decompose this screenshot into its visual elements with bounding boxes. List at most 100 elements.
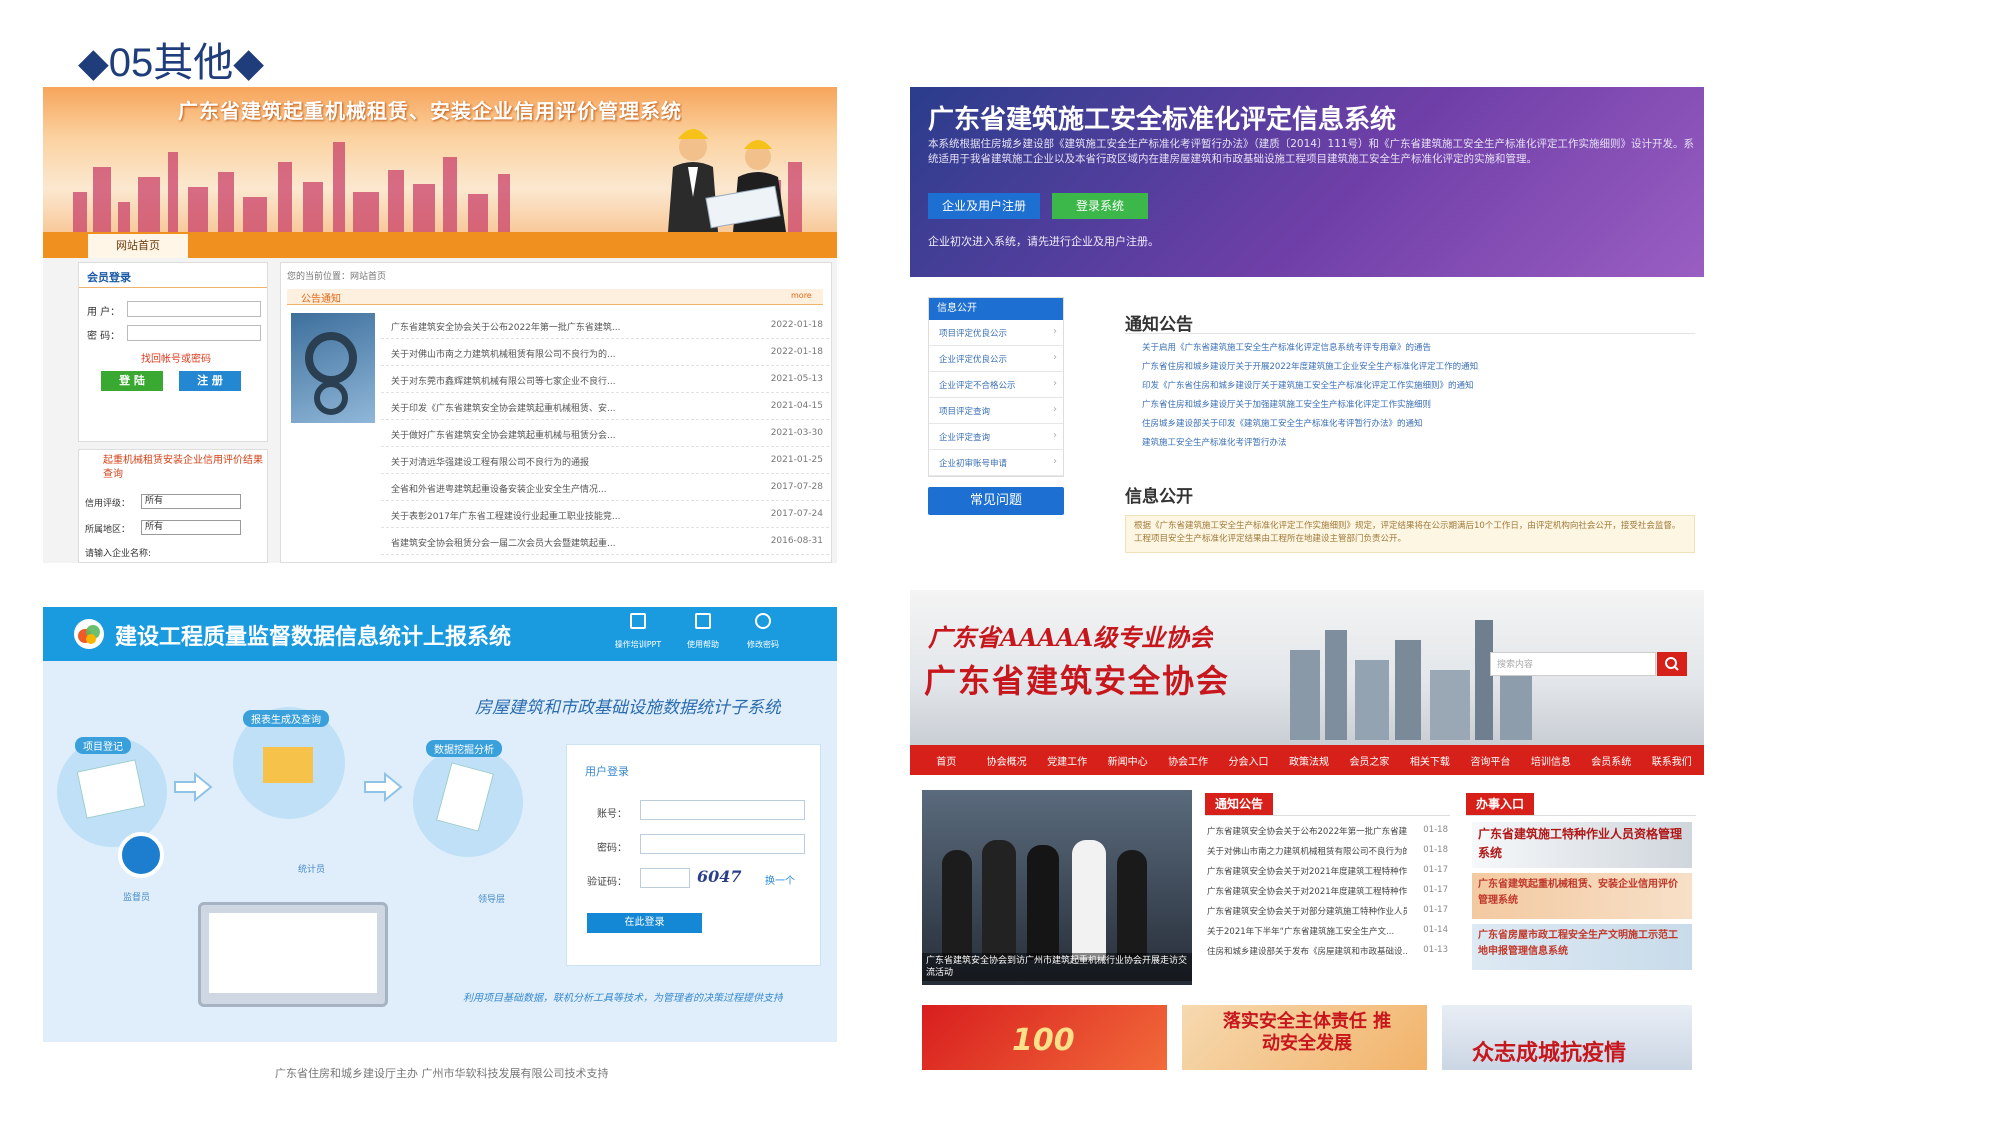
slide: ◆05其他◆ 广东省建筑起重机械租赁、安装企业信用评价管理系统 网站首页 会员登… bbox=[0, 0, 2000, 1125]
step-analysis-label: 数据挖掘分析 bbox=[426, 740, 502, 757]
news-row[interactable]: 省建筑安全协会租赁分会一届二次会员大会暨建筑起重... 2016-08-31 bbox=[381, 529, 829, 555]
nav-item[interactable]: 协会工作 bbox=[1158, 753, 1218, 768]
side-item[interactable]: 项目评定优良公示 › bbox=[929, 320, 1063, 346]
ppt-button[interactable]: 操作培训PPT bbox=[608, 611, 668, 657]
notice-row[interactable]: 关于2021年下半年“广东省建筑施工安全生产文... 01-14 bbox=[1205, 920, 1450, 940]
slide-title: ◆05其他◆ bbox=[78, 41, 265, 85]
side-item[interactable]: 企业评定不合格公示 › bbox=[929, 372, 1063, 398]
news-row[interactable]: 关于对清远华强建设工程有限公司不良行为的通报 2021-01-25 bbox=[381, 448, 829, 474]
p2-register-button[interactable]: 企业及用户注册 bbox=[928, 193, 1040, 219]
notice-date: 01-17 bbox=[1423, 905, 1448, 915]
nav-item[interactable]: 协会概况 bbox=[976, 753, 1036, 768]
p3-captcha-input[interactable] bbox=[640, 868, 690, 888]
p4-banner-epidemic[interactable]: 众志成城抗疫情 bbox=[1442, 1005, 1692, 1070]
p4-entry-2[interactable]: 广东省建筑起重机械租赁、安装企业信用评价管理系统 bbox=[1472, 873, 1692, 919]
p1-user-label: 用 户： bbox=[87, 307, 121, 318]
p1-pwd-input[interactable] bbox=[127, 325, 261, 341]
news-date: 2017-07-28 bbox=[770, 482, 823, 492]
news-title: 关于表彰2017年广东省工程建设行业起重工职业技能竞... bbox=[391, 512, 621, 522]
news-row[interactable]: 关于对东莞市鑫辉建筑机械有限公司等七家企业不良行... 2021-05-13 bbox=[381, 367, 829, 393]
p1-login-button[interactable]: 登 陆 bbox=[101, 371, 163, 391]
notice-title: 关于对佛山市南之力建筑机械租赁有限公司不良行为的... bbox=[1207, 847, 1407, 857]
side-item[interactable]: 企业初审账号申请 › bbox=[929, 450, 1063, 476]
notice-link[interactable]: 印发《广东省住房和城乡建设厅关于建筑施工安全生产标准化评定工作实施细则》的通知 bbox=[1142, 379, 1692, 391]
notice-link[interactable]: 广东省住房和城乡建设厅关于开展2022年度建筑施工企业安全生产标准化评定工作的通… bbox=[1142, 360, 1692, 372]
nav-item[interactable]: 首页 bbox=[916, 753, 976, 768]
p1-region-select[interactable]: 所有 bbox=[141, 520, 241, 535]
side-item[interactable]: 企业评定查询 › bbox=[929, 424, 1063, 450]
notice-row[interactable]: 广东省建筑安全协会关于对部分建筑施工特种作业人员... 01-17 bbox=[1205, 900, 1450, 920]
nav-item[interactable]: 联系我们 bbox=[1642, 753, 1702, 768]
nav-item[interactable]: 会员系统 bbox=[1581, 753, 1641, 768]
news-row[interactable]: 关于对佛山市南之力建筑机械租赁有限公司不良行为的... 2022-01-18 bbox=[381, 340, 829, 366]
side-item[interactable]: 项目评定查询 › bbox=[929, 398, 1063, 424]
notice-row[interactable]: 广东省建筑安全协会关于对2021年度建筑工程特种作... 01-17 bbox=[1205, 860, 1450, 880]
nav-item[interactable]: 政策法规 bbox=[1279, 753, 1339, 768]
news-date: 2021-04-15 bbox=[770, 401, 823, 411]
news-row[interactable]: 广东省建筑安全协会关于公布2022年第一批广东省建筑... 2022-01-18 bbox=[381, 313, 829, 339]
nav-item[interactable]: 党建工作 bbox=[1037, 753, 1097, 768]
news-row[interactable]: 关于表彰2017年广东省工程建设行业起重工职业技能竞... 2017-07-24 bbox=[381, 502, 829, 528]
p2-banner: 广东省建筑施工安全标准化评定信息系统 本系统根据住房城乡建设部《建筑施工安全生产… bbox=[910, 87, 1704, 277]
p3-header: 建设工程质量监督数据信息统计上报系统 操作培训PPT 使用帮助 修改密码 bbox=[43, 607, 837, 661]
news-row[interactable]: 关于做好广东省建筑安全协会建筑起重机械与租赁分会... 2021-03-30 bbox=[381, 421, 829, 447]
notice-date: 01-14 bbox=[1423, 925, 1448, 935]
p1-forgot-link[interactable]: 找回帐号或密码 bbox=[141, 350, 211, 365]
side-item-label: 企业初审账号申请 bbox=[939, 459, 1008, 469]
p4-banner-safety[interactable]: 落实安全主体责任 推动安全发展 bbox=[1182, 1005, 1427, 1070]
p4-search-input[interactable]: 搜索内容 bbox=[1490, 652, 1656, 676]
notice-link[interactable]: 关于启用《广东省建筑施工安全生产标准化评定信息系统考评专用章》的通告 bbox=[1142, 341, 1692, 353]
news-row[interactable]: 关于印发《广东省建筑安全协会建筑起重机械租赁、安... 2021-04-15 bbox=[381, 394, 829, 420]
edit-icon bbox=[630, 613, 646, 629]
p1-rating-select[interactable]: 所有 bbox=[141, 494, 241, 509]
notice-row[interactable]: 关于对佛山市南之力建筑机械租赁有限公司不良行为的... 01-18 bbox=[1205, 840, 1450, 860]
p4-nav: 首页 协会概况 党建工作 新闻中心 协会工作 分会入口 政策法规 会员之家 相关下载 咨询平台 培训… bbox=[910, 745, 1704, 775]
p4-entry-1[interactable]: 广东省建筑施工特种作业人员资格管理系统 bbox=[1472, 822, 1692, 868]
p4-news-photo[interactable]: 广东省建筑安全协会到访广州市建筑起重机械行业协会开展走访交流活动 bbox=[922, 790, 1192, 985]
p1-user-input[interactable] bbox=[127, 301, 261, 317]
search-button[interactable] bbox=[1657, 652, 1687, 676]
p1-notice-tab[interactable]: 公告通知 bbox=[301, 290, 341, 305]
notice-link[interactable]: 建筑施工安全生产标准化考评暂行办法 bbox=[1142, 436, 1692, 448]
side-item-label: 项目评定优良公示 bbox=[939, 329, 1008, 339]
p3-pwd-input[interactable] bbox=[640, 834, 805, 854]
nav-item[interactable]: 新闻中心 bbox=[1097, 753, 1157, 768]
p4-entry-3[interactable]: 广东省房屋市政工程安全生产文明施工示范工地申报管理信息系统 bbox=[1472, 924, 1692, 970]
notice-row[interactable]: 广东省建筑安全协会关于公布2022年第一批广东省建... 01-18 bbox=[1205, 820, 1450, 840]
news-title: 省建筑安全协会租赁分会一届二次会员大会暨建筑起重... bbox=[391, 539, 616, 549]
p4-search-placeholder: 搜索内容 bbox=[1497, 660, 1534, 670]
p3-account-input[interactable] bbox=[640, 800, 805, 820]
nav-item[interactable]: 分会入口 bbox=[1218, 753, 1278, 768]
p4-banner-centenary[interactable]: 100 bbox=[922, 1005, 1167, 1070]
step-analysis-circle bbox=[413, 747, 523, 857]
p3-login-box: 用户登录 账号： 密码： 验证码： 6047 换一个 在此登录 bbox=[566, 744, 821, 966]
help-button[interactable]: 使用帮助 bbox=[678, 611, 728, 657]
nav-item[interactable]: 相关下载 bbox=[1400, 753, 1460, 768]
news-title: 关于对佛山市南之力建筑机械租赁有限公司不良行为的... bbox=[391, 350, 616, 360]
p3-refresh-link[interactable]: 换一个 bbox=[765, 872, 795, 887]
notice-link[interactable]: 住房城乡建设部关于印发《建筑施工安全生产标准化考评暂行办法》的通知 bbox=[1142, 417, 1692, 429]
notice-link[interactable]: 广东省住房和城乡建设厅关于加强建筑施工安全生产标准化评定工作实施细则 bbox=[1142, 398, 1692, 410]
news-title: 关于对清远华强建设工程有限公司不良行为的通报 bbox=[391, 458, 590, 468]
p3-login-button[interactable]: 在此登录 bbox=[587, 913, 702, 933]
step-report-label: 报表生成及查询 bbox=[243, 710, 329, 727]
news-title: 关于印发《广东省建筑安全协会建筑起重机械租赁、安... bbox=[391, 404, 616, 414]
password-button[interactable]: 修改密码 bbox=[738, 611, 788, 657]
news-title: 广东省建筑安全协会关于公布2022年第一批广东省建筑... bbox=[391, 323, 621, 333]
side-item[interactable]: 企业评定优良公示 › bbox=[929, 346, 1063, 372]
nav-item[interactable]: 咨询平台 bbox=[1460, 753, 1520, 768]
chevron-right-icon: › bbox=[1053, 456, 1057, 467]
nav-item[interactable]: 会员之家 bbox=[1339, 753, 1399, 768]
p1-more-link[interactable]: more bbox=[791, 291, 812, 300]
news-row[interactable]: 全省和外省进粤建筑起重设备安装企业安全生产情况... 2017-07-28 bbox=[381, 475, 829, 501]
news-date: 2022-01-18 bbox=[770, 347, 823, 357]
notice-row[interactable]: 住房和城乡建设部关于发布《房屋建筑和市政基础设... 01-13 bbox=[1205, 940, 1450, 960]
notice-row[interactable]: 广东省建筑安全协会关于对2021年度建筑工程特种作... 01-17 bbox=[1205, 880, 1450, 900]
p2-faq-button[interactable]: 常见问题 bbox=[928, 487, 1064, 515]
p1-nav-home[interactable]: 网站首页 bbox=[88, 234, 188, 258]
step-register-label: 项目登记 bbox=[75, 737, 131, 754]
p2-login-button[interactable]: 登录系统 bbox=[1052, 193, 1148, 219]
nav-item[interactable]: 培训信息 bbox=[1521, 753, 1581, 768]
p1-register-button[interactable]: 注 册 bbox=[179, 371, 241, 391]
help-label: 使用帮助 bbox=[687, 640, 719, 649]
